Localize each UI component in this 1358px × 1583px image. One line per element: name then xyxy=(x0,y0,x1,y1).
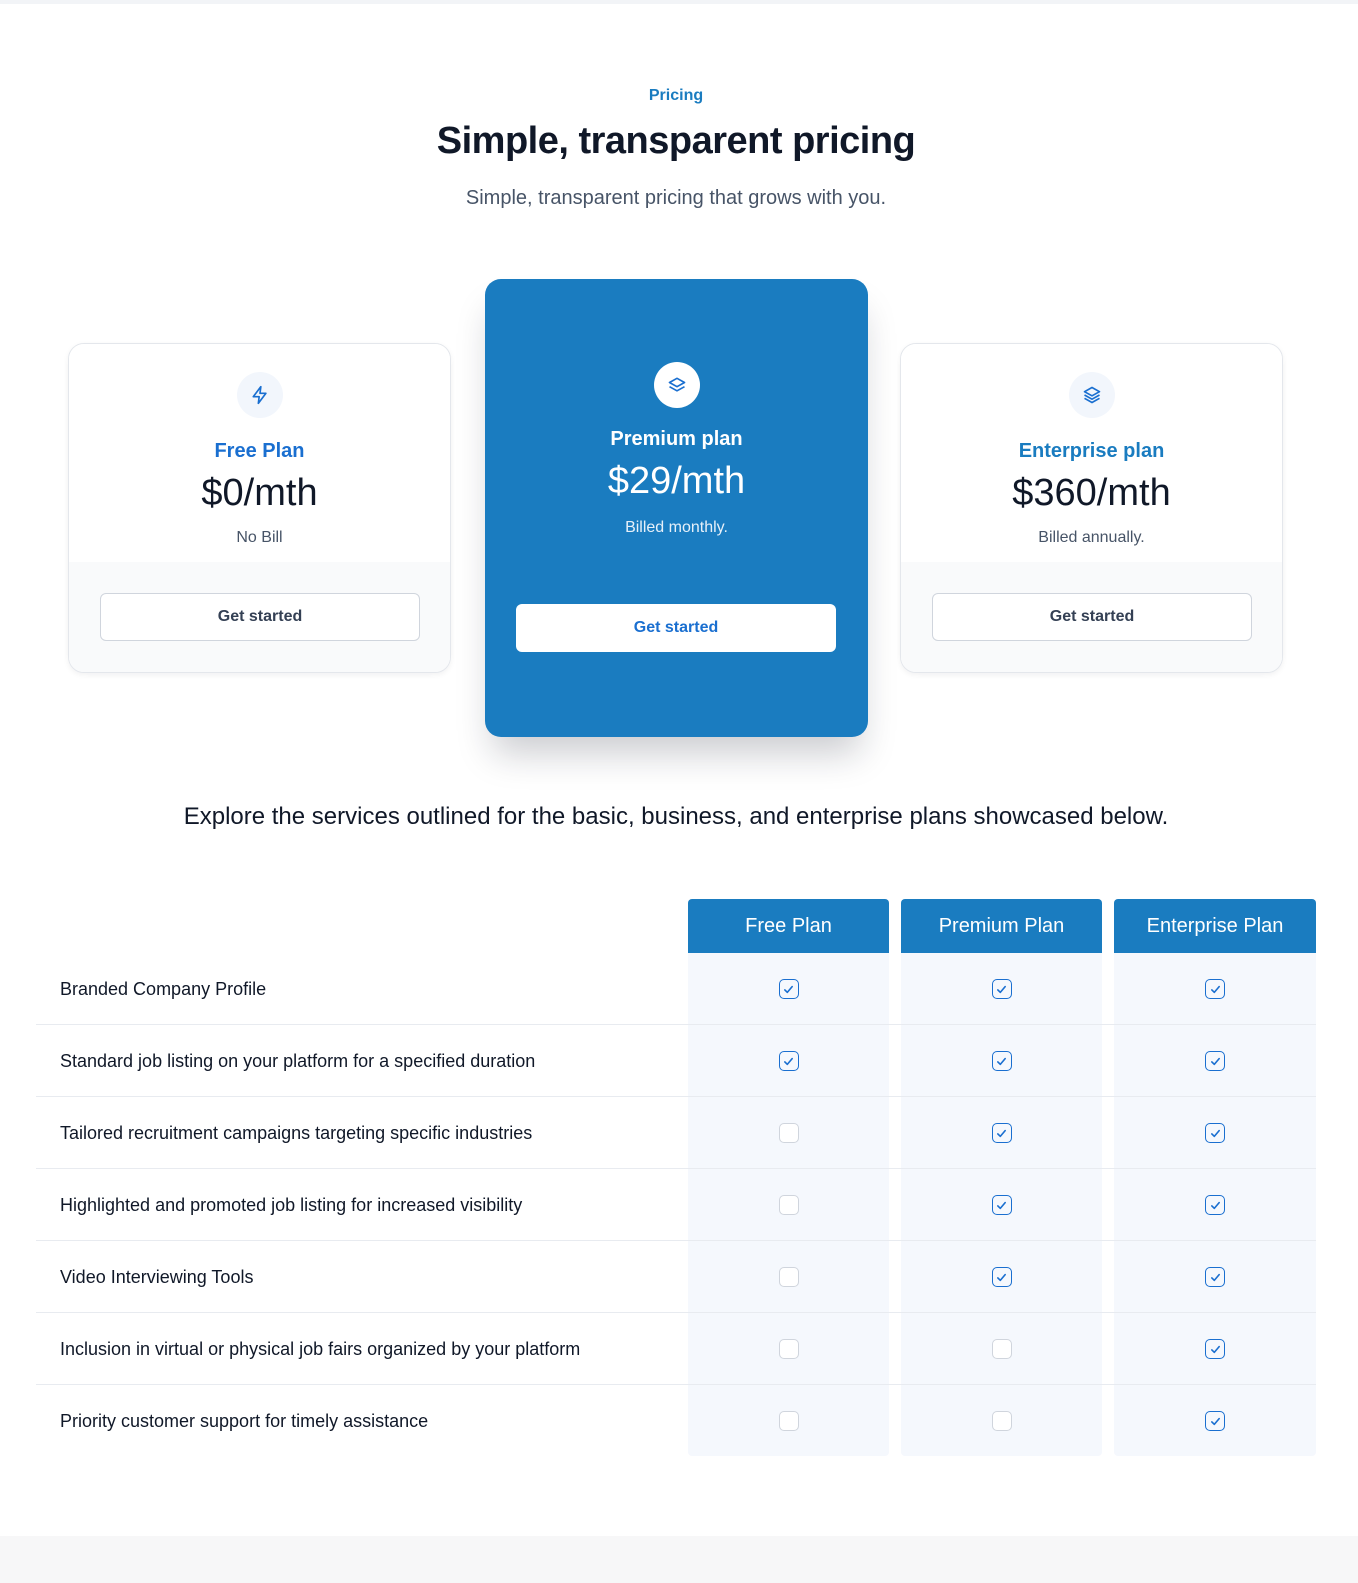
footer-band xyxy=(0,1536,1358,1583)
checkbox-unchecked[interactable] xyxy=(778,1411,799,1431)
plan-billing: No Bill xyxy=(236,529,283,546)
feature-label: Video Interviewing Tools xyxy=(60,1266,254,1287)
feature-label: Highlighted and promoted job listing for… xyxy=(60,1194,523,1215)
checkbox-checked[interactable] xyxy=(1205,1339,1225,1359)
section-eyebrow: Pricing xyxy=(648,87,704,104)
plan-card-premium: Premium plan $29/mth Billed monthly. Get… xyxy=(485,279,868,737)
top-border xyxy=(0,0,1358,4)
checkbox-checked[interactable] xyxy=(991,1051,1012,1071)
plan-price: $360/mth xyxy=(1012,472,1171,514)
plan-price: $29/mth xyxy=(607,460,746,502)
plan-name: Premium plan xyxy=(610,428,743,450)
checkbox-checked[interactable] xyxy=(1205,1051,1225,1071)
checkbox-unchecked[interactable] xyxy=(778,1195,799,1215)
comparison-intro: Explore the services outlined for the ba… xyxy=(183,803,1169,830)
checkbox-unchecked[interactable] xyxy=(778,1123,799,1143)
column-header-enterprise: Enterprise Plan xyxy=(1114,899,1316,953)
checkbox-checked[interactable] xyxy=(1205,1195,1225,1215)
page-title: Simple, transparent pricing xyxy=(436,120,916,162)
checkbox-checked[interactable] xyxy=(991,1195,1012,1215)
feature-label: Inclusion in virtual or physical job fai… xyxy=(60,1338,581,1359)
column-header-free: Free Plan xyxy=(688,899,889,953)
feature-label: Tailored recruitment campaigns targeting… xyxy=(60,1122,533,1143)
checkbox-unchecked[interactable] xyxy=(778,1339,799,1359)
get-started-button-enterprise[interactable]: Get started xyxy=(932,593,1252,641)
plan-card-top: Free Plan $0/mth No Bill xyxy=(69,344,450,562)
plan-name: Enterprise plan xyxy=(1018,440,1165,462)
plan-card-free: Free Plan $0/mth No Bill Get started xyxy=(68,343,451,673)
page-subtitle: Simple, transparent pricing that grows w… xyxy=(465,187,887,209)
feature-label: Priority customer support for timely ass… xyxy=(60,1410,429,1431)
zap-icon xyxy=(236,372,283,418)
plan-price: $0/mth xyxy=(201,472,318,514)
checkbox-checked[interactable] xyxy=(1205,1411,1225,1431)
checkbox-checked[interactable] xyxy=(991,1267,1012,1287)
column-header-premium: Premium Plan xyxy=(901,899,1102,953)
checkbox-checked[interactable] xyxy=(991,979,1012,999)
get-started-button-free[interactable]: Get started xyxy=(100,593,420,641)
checkbox-unchecked[interactable] xyxy=(991,1411,1012,1431)
checkbox-checked[interactable] xyxy=(778,979,799,999)
checkbox-checked[interactable] xyxy=(1205,1123,1225,1143)
checkbox-unchecked[interactable] xyxy=(991,1339,1012,1359)
feature-label: Standard job listing on your platform fo… xyxy=(60,1050,536,1071)
plan-billing: Billed annually. xyxy=(1038,529,1145,546)
checkbox-unchecked[interactable] xyxy=(778,1267,799,1287)
checkbox-checked[interactable] xyxy=(991,1123,1012,1143)
plan-billing: Billed monthly. xyxy=(625,519,728,536)
layers-three-icon xyxy=(1068,372,1115,418)
checkbox-checked[interactable] xyxy=(1205,1267,1225,1287)
plan-card-top: Enterprise plan $360/mth Billed annually… xyxy=(901,344,1282,562)
get-started-button-premium[interactable]: Get started xyxy=(516,604,836,652)
checkbox-checked[interactable] xyxy=(778,1051,799,1071)
feature-label: Branded Company Profile xyxy=(60,978,267,999)
plan-name: Free Plan xyxy=(214,440,305,462)
plan-card-enterprise: Enterprise plan $360/mth Billed annually… xyxy=(900,343,1283,673)
layers-icon xyxy=(653,362,700,408)
checkbox-checked[interactable] xyxy=(1205,979,1225,999)
